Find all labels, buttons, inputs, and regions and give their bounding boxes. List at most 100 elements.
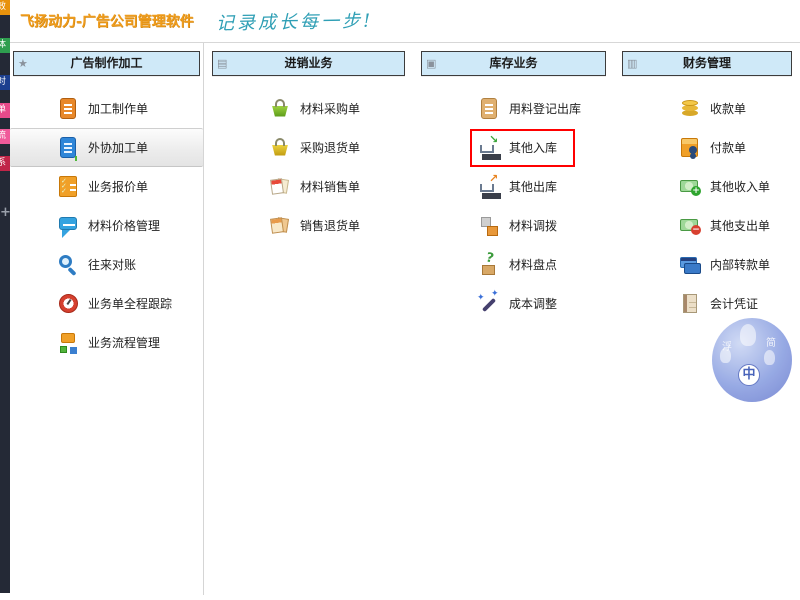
menu-item-label: 业务单全程跟踪 <box>88 295 172 312</box>
column-header[interactable]: ▣ 库存业务 <box>421 51 606 76</box>
money-minus-icon <box>678 214 702 238</box>
menu-item[interactable]: 业务单全程跟踪 <box>10 284 203 323</box>
top-header: 飞扬动力-广告公司管理软件 记录成长每一步! <box>10 0 800 43</box>
dock-item[interactable]: 效 <box>0 0 10 15</box>
menu-item[interactable]: 外协加工单 <box>10 128 203 167</box>
menu-item-label: 材料价格管理 <box>88 217 160 234</box>
menu-item-label: 销售退货单 <box>300 217 360 234</box>
column-items: 用料登记出库 其他入库 其他出库 材料调拨 材料盘点 成本调整 <box>413 76 614 323</box>
menu-item[interactable]: 材料盘点 <box>413 245 614 284</box>
column-title: 广告制作加工 <box>70 56 142 70</box>
flowchart-icon <box>56 331 80 355</box>
watermark-char: 简 <box>766 334 776 349</box>
money-plus-icon <box>678 175 702 199</box>
cards-blue-icon <box>678 253 702 277</box>
menu-item[interactable]: 成本调整 <box>413 284 614 323</box>
dock-item[interactable]: 系 <box>0 156 10 171</box>
cart-out-icon <box>477 175 501 199</box>
package-icon: ▣ <box>426 52 436 75</box>
menu-item[interactable]: 其他收入单 <box>614 167 800 206</box>
dock-item[interactable]: 流 <box>0 129 10 144</box>
clipboard-orange-icon <box>56 97 80 121</box>
dock-item[interactable]: + <box>0 205 10 220</box>
menu-item[interactable]: 业务报价单 <box>10 167 203 206</box>
column-title: 进销业务 <box>284 56 332 70</box>
menu-item[interactable]: 加工制作单 <box>10 89 203 128</box>
menu-item-label: 外协加工单 <box>88 139 148 156</box>
menu-item[interactable]: 材料销售单 <box>204 167 413 206</box>
menu-item[interactable]: 销售退货单 <box>204 206 413 245</box>
menu-item-label: 会计凭证 <box>710 295 758 312</box>
app-window: 效体对单流系 + 飞扬动力-广告公司管理软件 记录成长每一步! ★ 广告制作加工 加… <box>0 0 800 600</box>
menu-column: ★ 广告制作加工 加工制作单 外协加工单 业务报价单 材料价格管理 往来对账 <box>10 43 204 595</box>
dock-strip: 效体对单流系 + <box>0 0 10 593</box>
menu-item[interactable]: 材料调拨 <box>413 206 614 245</box>
column-title: 财务管理 <box>683 56 731 70</box>
menu-item[interactable]: 付款单 <box>614 128 800 167</box>
menu-item-label: 材料销售单 <box>300 178 360 195</box>
menu-item[interactable]: 收款单 <box>614 89 800 128</box>
menu-item[interactable]: 材料采购单 <box>204 89 413 128</box>
clipboard-tan-icon <box>477 97 501 121</box>
menu-column: ▤ 进销业务 材料采购单 采购退货单 材料销售单 销售退货单 <box>204 43 414 595</box>
menu-item-label: 用料登记出库 <box>509 100 581 117</box>
checklist-orange-icon <box>56 175 80 199</box>
menu-item[interactable]: 会计凭证 <box>614 284 800 323</box>
column-items: 收款单 付款单 其他收入单 其他支出单 内部转款单 会计凭证 <box>614 76 800 323</box>
dock-item[interactable]: 对 <box>0 75 10 90</box>
menu-item[interactable]: 其他入库 <box>413 128 614 167</box>
menu-item-label: 往来对账 <box>88 256 136 273</box>
ime-watermark: 浮 简 中 <box>712 318 792 402</box>
menu-item[interactable]: 用料登记出库 <box>413 89 614 128</box>
notebook-icon: ▤ <box>217 52 227 75</box>
column-items: 加工制作单 外协加工单 业务报价单 材料价格管理 往来对账 业务单全程跟踪 <box>10 76 203 362</box>
tulip-icon <box>740 324 756 346</box>
document-icon: ▥ <box>627 52 637 75</box>
menu-item-label: 其他收入单 <box>710 178 770 195</box>
menu-item-label: 收款单 <box>710 100 746 117</box>
papers-orange-icon <box>268 214 292 238</box>
dock-item[interactable]: 体 <box>0 38 10 53</box>
watermark-badge: 中 <box>738 364 760 386</box>
menu-item[interactable]: 业务流程管理 <box>10 323 203 362</box>
menu-column: ▣ 库存业务 用料登记出库 其他入库 其他出库 材料调拨 材料盘点 <box>413 43 615 595</box>
papers-red-icon <box>268 175 292 199</box>
column-title: 库存业务 <box>489 56 537 70</box>
dock-item[interactable]: 单 <box>0 103 10 118</box>
column-header[interactable]: ▤ 进销业务 <box>212 51 405 76</box>
menu-item-label: 其他入库 <box>509 139 557 156</box>
menu-item[interactable]: 其他出库 <box>413 167 614 206</box>
star-icon: ★ <box>18 52 28 75</box>
menu-item[interactable]: 采购退货单 <box>204 128 413 167</box>
coins-gold-icon <box>678 97 702 121</box>
basket-yellow-icon <box>268 136 292 160</box>
menu-item-label: 其他出库 <box>509 178 557 195</box>
boxes-transfer-icon <box>477 214 501 238</box>
menu-item-label: 材料采购单 <box>300 100 360 117</box>
menu-item[interactable]: 其他支出单 <box>614 206 800 245</box>
menu-item-label: 材料调拨 <box>509 217 557 234</box>
clock-red-icon <box>56 292 80 316</box>
tulip-icon <box>764 350 775 365</box>
basket-green-icon <box>268 97 292 121</box>
menu-item-label: 内部转款单 <box>710 256 770 273</box>
menu-item-label: 加工制作单 <box>88 100 148 117</box>
menu-item-label: 成本调整 <box>509 295 557 312</box>
wand-stars-icon <box>477 292 501 316</box>
chat-blue-icon <box>56 214 80 238</box>
menu-item-label: 材料盘点 <box>509 256 557 273</box>
menu-item[interactable]: 往来对账 <box>10 245 203 284</box>
magnifier-blue-icon <box>56 253 80 277</box>
clipboard-blue-icon <box>56 136 80 160</box>
column-header[interactable]: ★ 广告制作加工 <box>13 51 200 76</box>
app-slogan: 记录成长每一步! <box>216 7 374 36</box>
menu-column: ▥ 财务管理 收款单 付款单 其他收入单 其他支出单 内部转款单 <box>614 43 800 595</box>
menu-item-label: 业务流程管理 <box>88 334 160 351</box>
voucher-tan-icon <box>678 292 702 316</box>
menu-item[interactable]: 材料价格管理 <box>10 206 203 245</box>
column-header[interactable]: ▥ 财务管理 <box>622 51 792 76</box>
menu-columns: ★ 广告制作加工 加工制作单 外协加工单 业务报价单 材料价格管理 往来对账 <box>10 43 800 595</box>
menu-item[interactable]: 内部转款单 <box>614 245 800 284</box>
menu-item-label: 付款单 <box>710 139 746 156</box>
app-title: 飞扬动力-广告公司管理软件 <box>20 11 194 31</box>
